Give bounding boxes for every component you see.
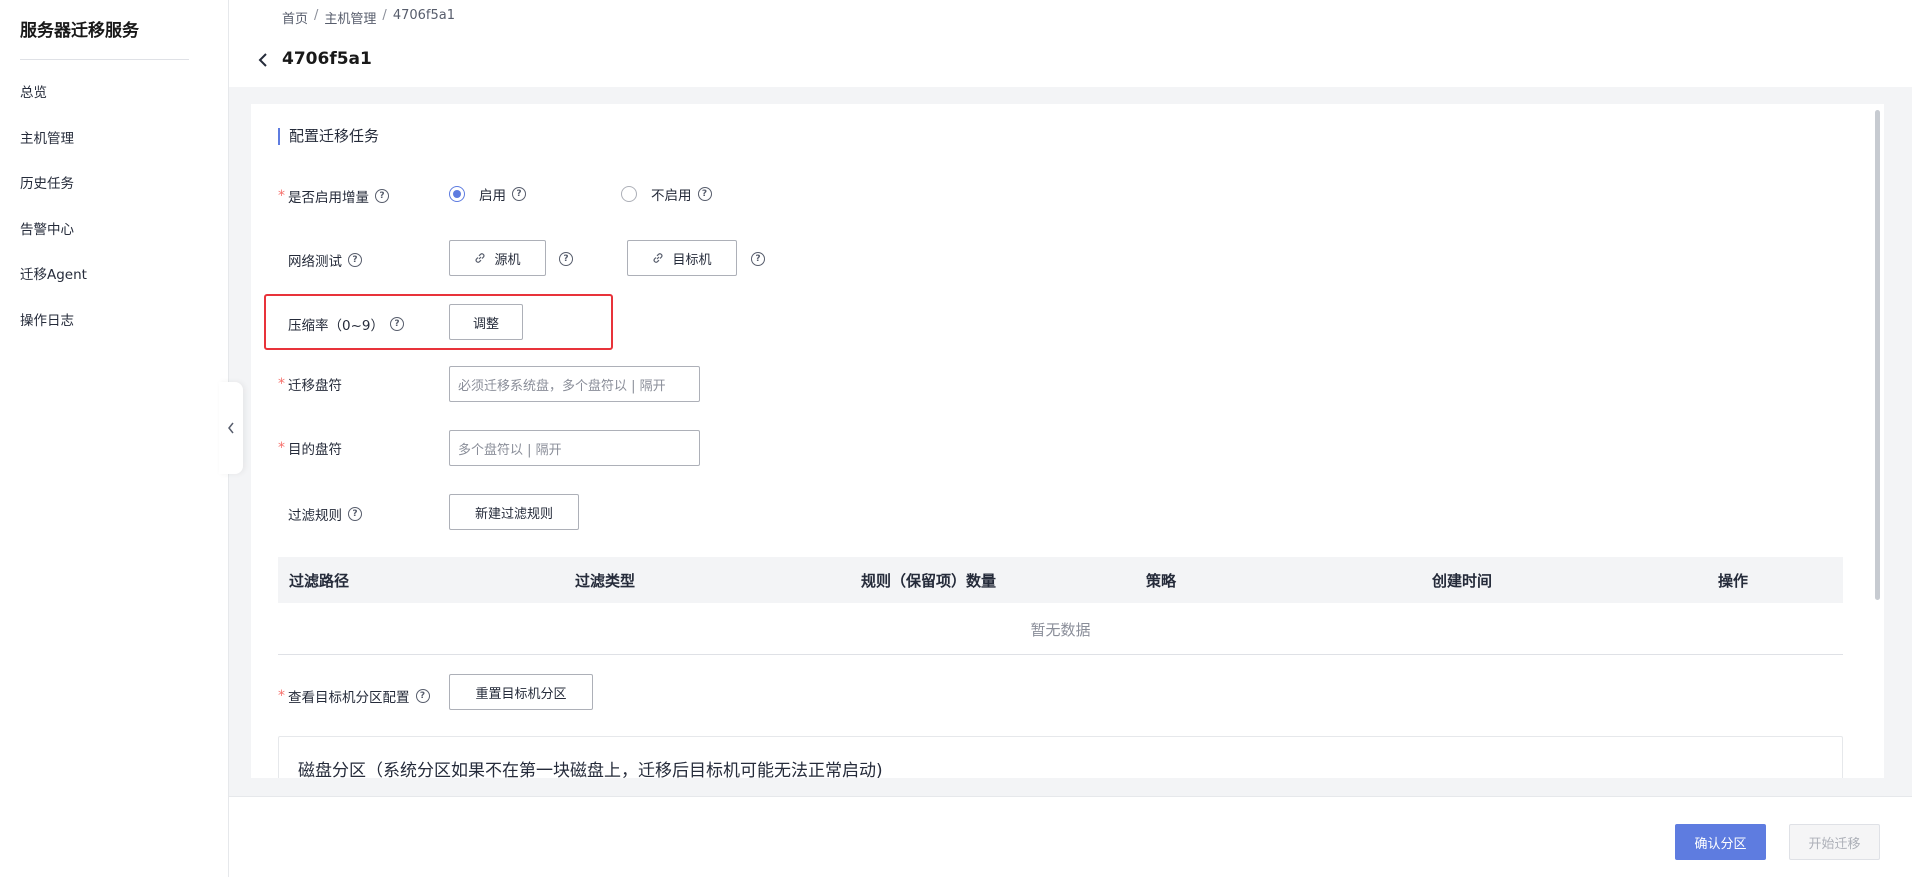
help-icon[interactable]: ?: [390, 317, 404, 331]
help-icon[interactable]: ?: [697, 187, 712, 201]
link-icon: [652, 252, 664, 264]
disk-partition-panel: 磁盘分区（系统分区如果不在第一块磁盘上，迁移后目标机可能无法正常启动): [278, 736, 1843, 778]
network-test-label: 网络测试: [288, 254, 342, 270]
sidebar-item-alerts[interactable]: 告警中心: [20, 218, 74, 238]
help-icon[interactable]: ?: [512, 187, 526, 201]
table-empty-text: 暂无数据: [1030, 621, 1091, 639]
radio-unchecked-icon: [621, 186, 637, 202]
help-icon[interactable]: ?: [375, 189, 389, 203]
breadcrumb-current: 4706f5a1: [392, 8, 455, 23]
disk-partition-title: 磁盘分区（系统分区如果不在第一块磁盘上，迁移后目标机可能无法正常启动): [298, 761, 883, 778]
help-icon[interactable]: ?: [559, 252, 573, 266]
partition-label-row: * 查看目标机分区配置 ?: [278, 686, 430, 706]
breadcrumb: 首页 / 主机管理 / 4706f5a1: [282, 8, 455, 27]
filter-rules-label-row: 过滤规则 ?: [278, 504, 362, 524]
scrollbar[interactable]: [1875, 110, 1880, 600]
sidebar-item-logs[interactable]: 操作日志: [20, 309, 74, 329]
help-icon[interactable]: ?: [415, 689, 430, 703]
radio-checked-icon: [449, 186, 465, 202]
reset-partition-label: 重置目标机分区: [475, 686, 567, 702]
source-test-button[interactable]: 源机: [449, 240, 546, 276]
network-test-label-row: 网络测试 ?: [278, 250, 362, 270]
required-mark: *: [278, 440, 285, 456]
migrate-drives-label: 迁移盘符: [288, 378, 342, 394]
filter-rules-label: 过滤规则: [288, 508, 342, 524]
chevron-left-icon: [228, 422, 234, 434]
compression-label: 压缩率（0~9）: [288, 318, 384, 334]
sidebar-item-hosts[interactable]: 主机管理: [20, 127, 74, 147]
config-card: 配置迁移任务 * 是否启用增量 ? 启用 ? 不启用 ? 网络测试 ? 源机 ?…: [251, 104, 1884, 778]
filter-table-header: 过滤路径 过滤类型 规则（保留项）数量 策略 创建时间 操作: [278, 557, 1843, 603]
compression-label-row: 压缩率（0~9） ?: [278, 314, 404, 334]
column-header: 创建时间: [1432, 572, 1493, 590]
target-drives-label-row: * 目的盘符: [278, 438, 342, 458]
breadcrumb-hosts[interactable]: 主机管理: [324, 8, 376, 27]
sidebar-item-overview[interactable]: 总览: [20, 81, 47, 101]
column-header: 操作: [1718, 572, 1749, 590]
page-header: 首页 / 主机管理 / 4706f5a1 4706f5a1: [229, 0, 1912, 87]
help-icon[interactable]: ?: [348, 507, 362, 521]
section-title: 配置迁移任务: [278, 128, 379, 145]
radio-disable[interactable]: 不启用 ?: [621, 184, 712, 204]
table-divider: [278, 654, 1843, 655]
new-filter-rule-label: 新建过滤规则: [474, 506, 553, 522]
link-icon: [474, 252, 486, 264]
radio-enable[interactable]: 启用 ?: [449, 184, 526, 204]
column-header: 策略: [1146, 572, 1177, 590]
service-title: 服务器迁移服务: [20, 21, 139, 41]
column-header: 过滤类型: [575, 572, 636, 590]
migrate-drives-label-row: * 迁移盘符: [278, 374, 342, 394]
required-mark: *: [278, 188, 285, 204]
breadcrumb-home[interactable]: 首页: [282, 8, 308, 27]
partition-label: 查看目标机分区配置: [288, 690, 410, 706]
target-drives-input[interactable]: 多个盘符以 | 隔开: [449, 430, 700, 466]
sidebar-item-agent[interactable]: 迁移Agent: [20, 263, 87, 283]
sidebar-divider: [20, 59, 189, 60]
adjust-compression-button[interactable]: 调整: [449, 304, 523, 340]
help-icon[interactable]: ?: [751, 252, 765, 266]
breadcrumb-separator: /: [382, 8, 387, 23]
radio-disable-label: 不启用: [651, 188, 692, 204]
footer-bar: 确认分区 开始迁移: [229, 796, 1912, 877]
target-drives-label: 目的盘符: [288, 442, 342, 458]
target-test-label: 目标机: [672, 252, 712, 268]
required-mark: *: [278, 688, 285, 704]
required-mark: *: [278, 376, 285, 392]
sidebar: 服务器迁移服务 总览 主机管理 历史任务 告警中心 迁移Agent 操作日志: [0, 0, 229, 877]
column-header: 规则（保留项）数量: [861, 572, 997, 590]
radio-enable-label: 启用: [479, 188, 506, 204]
migrate-drives-input[interactable]: 必须迁移系统盘，多个盘符以 | 隔开: [449, 366, 700, 402]
reset-partition-button[interactable]: 重置目标机分区: [449, 674, 593, 710]
target-test-button[interactable]: 目标机: [627, 240, 737, 276]
source-test-label: 源机: [494, 252, 521, 268]
breadcrumb-separator: /: [314, 8, 319, 23]
page-title: 4706f5a1: [282, 49, 372, 69]
adjust-button-label: 调整: [472, 316, 499, 332]
start-migration-button[interactable]: 开始迁移: [1789, 824, 1880, 860]
chevron-left-icon: [258, 53, 267, 67]
back-button[interactable]: [253, 50, 273, 70]
help-icon[interactable]: ?: [348, 253, 362, 267]
sidebar-collapse-button[interactable]: [219, 382, 243, 474]
new-filter-rule-button[interactable]: 新建过滤规则: [449, 494, 579, 530]
incremental-label-row: * 是否启用增量 ?: [278, 186, 389, 206]
incremental-label: 是否启用增量: [288, 190, 369, 206]
sidebar-item-history[interactable]: 历史任务: [20, 172, 74, 192]
column-header: 过滤路径: [289, 572, 350, 590]
confirm-partition-button[interactable]: 确认分区: [1675, 824, 1766, 860]
